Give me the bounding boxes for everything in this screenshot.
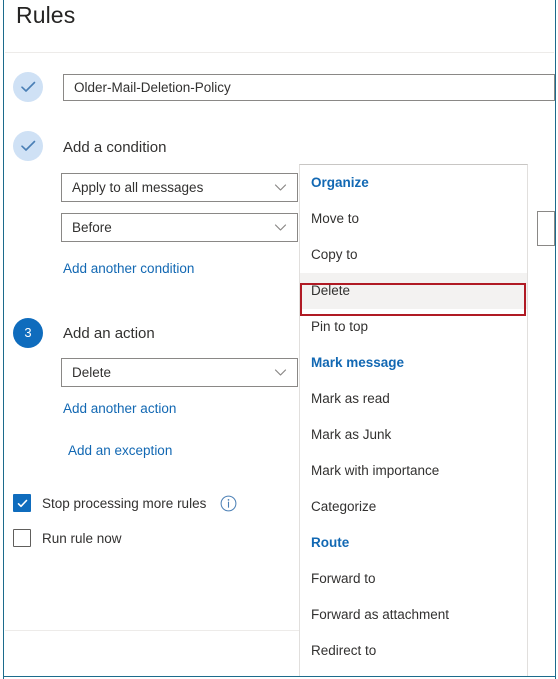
- flyout-item-mark-as-junk[interactable]: Mark as Junk: [300, 417, 527, 453]
- run-rule-now-row[interactable]: Run rule now: [13, 529, 122, 547]
- condition-type-select[interactable]: Apply to all messages: [61, 173, 298, 202]
- flyout-item-mark-as-read[interactable]: Mark as read: [300, 381, 527, 417]
- action-type-select[interactable]: Delete: [61, 358, 298, 387]
- add-another-condition-link[interactable]: Add another condition: [63, 261, 194, 276]
- step-number: 3: [24, 325, 32, 340]
- step-marker-add-condition: [13, 131, 43, 161]
- step-marker-rule-name: [13, 72, 43, 102]
- flyout-item-forward-to[interactable]: Forward to: [300, 561, 527, 597]
- page-title: Rules: [16, 2, 76, 28]
- step-label-add-condition: Add a condition: [63, 139, 167, 156]
- add-another-action-link[interactable]: Add another action: [63, 401, 176, 416]
- flyout-item-delete[interactable]: Delete: [300, 273, 527, 309]
- stop-processing-more-rules-checkbox[interactable]: [13, 494, 31, 512]
- chevron-down-icon: [274, 366, 287, 379]
- check-icon: [21, 81, 36, 92]
- flyout-item-mark-with-importance[interactable]: Mark with importance: [300, 453, 527, 489]
- flyout-group-mark-message: Mark message: [311, 355, 405, 370]
- flyout-item-move-to[interactable]: Move to: [300, 201, 527, 237]
- header-divider: [5, 52, 554, 53]
- window-border-left: [3, 0, 4, 679]
- flyout-item-forward-as-attachment[interactable]: Forward as attachment: [300, 597, 527, 633]
- condition-type-value: Apply to all messages: [72, 180, 204, 195]
- add-an-exception-link[interactable]: Add an exception: [68, 443, 172, 458]
- condition-operator-select[interactable]: Before: [61, 213, 298, 242]
- flyout-item-copy-to[interactable]: Copy to: [300, 237, 527, 273]
- stop-processing-more-rules-row[interactable]: Stop processing more rules: [13, 494, 237, 512]
- condition-value-input-partial[interactable]: [537, 211, 555, 246]
- step-label-add-action: Add an action: [63, 325, 155, 342]
- flyout-group-organize: Organize: [311, 175, 369, 190]
- lower-divider: [5, 630, 300, 631]
- rules-pane: Rules Older-Mail-Deletion-Policy Add a c…: [0, 0, 558, 679]
- run-rule-now-checkbox[interactable]: [13, 529, 31, 547]
- info-icon[interactable]: [220, 495, 237, 512]
- action-type-value: Delete: [72, 365, 112, 380]
- chevron-down-icon: [274, 181, 287, 194]
- chevron-down-icon: [274, 221, 287, 234]
- rule-name-input[interactable]: Older-Mail-Deletion-Policy: [63, 74, 555, 101]
- step-marker-add-action: 3: [13, 318, 43, 348]
- action-dropdown-flyout[interactable]: Organize Move to Copy to Delete Pin to t…: [299, 164, 528, 676]
- run-rule-now-label: Run rule now: [42, 530, 122, 546]
- flyout-group-route: Route: [311, 535, 350, 550]
- rule-name-value: Older-Mail-Deletion-Policy: [74, 80, 231, 95]
- flyout-item-pin-to-top[interactable]: Pin to top: [300, 309, 527, 345]
- flyout-item-categorize[interactable]: Categorize: [300, 489, 527, 525]
- check-icon: [17, 499, 27, 507]
- window-border-right: [555, 0, 556, 679]
- flyout-item-redirect-to[interactable]: Redirect to: [300, 633, 527, 669]
- stop-processing-more-rules-label: Stop processing more rules: [42, 495, 207, 511]
- condition-operator-value: Before: [72, 220, 112, 235]
- check-icon: [21, 140, 36, 151]
- window-border-bottom: [3, 676, 556, 677]
